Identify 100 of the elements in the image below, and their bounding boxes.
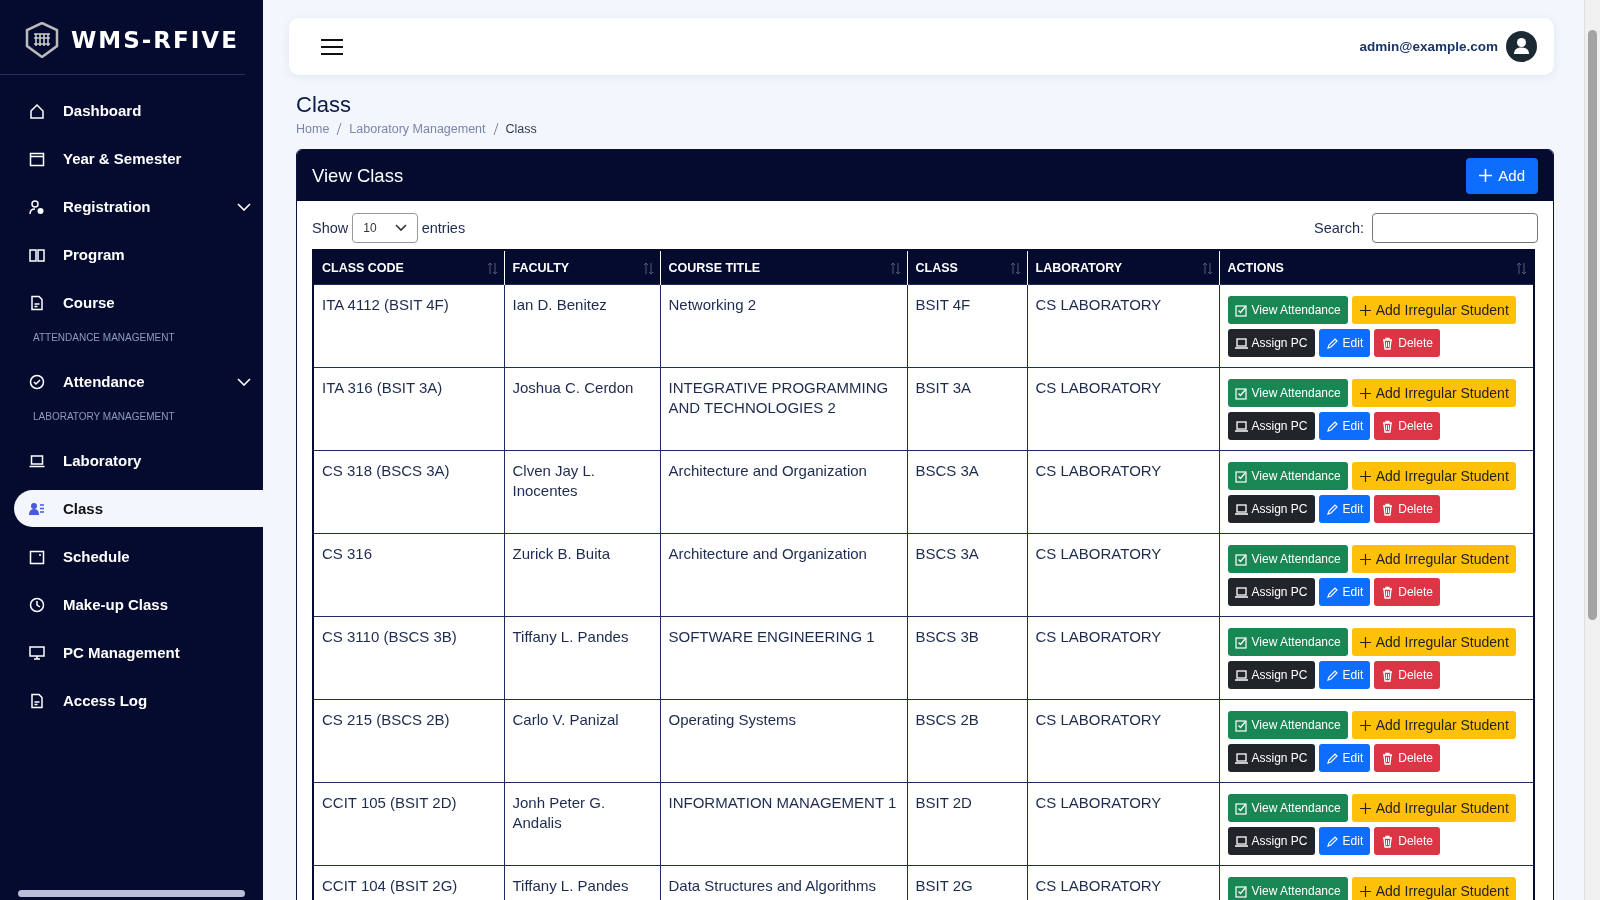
nav-item[interactable]: Dashboard — [14, 92, 263, 129]
table-cell: CS 3110 (BSCS 3B) — [313, 616, 504, 700]
show-label: Show — [312, 220, 349, 236]
nav-item[interactable]: Year & Semester — [14, 140, 263, 177]
column-header[interactable]: CLASS — [907, 250, 1027, 285]
edit-button[interactable]: Edit — [1318, 827, 1371, 855]
laptop-icon — [29, 452, 45, 469]
assign-pc-button[interactable]: Assign PC — [1227, 495, 1315, 523]
view-attendance-button[interactable]: View Attendance — [1227, 794, 1348, 822]
table-cell: Jonh Peter G. Andalis — [504, 782, 660, 866]
assign-pc-button[interactable]: Assign PC — [1227, 744, 1315, 772]
column-header[interactable]: CLASS CODE — [313, 250, 504, 285]
table-cell: Carlo V. Panizal — [504, 699, 660, 783]
assign-pc-button[interactable]: Assign PC — [1227, 412, 1315, 440]
section-heading: ATTENDANCE MANAGEMENT — [32, 332, 176, 345]
nav-item[interactable]: Course — [14, 284, 263, 321]
laptop-icon — [1234, 336, 1248, 350]
nav-item[interactable]: Make-up Class — [14, 586, 263, 623]
delete-button[interactable]: Delete — [1374, 495, 1440, 523]
add-irregular-student-button[interactable]: Add Irregular Student — [1351, 628, 1516, 656]
table-cell: ITA 316 (BSIT 3A) — [313, 367, 504, 451]
pencil-icon — [1325, 336, 1339, 350]
menu-icon[interactable] — [321, 37, 343, 56]
table-cell: SOFTWARE ENGINEERING 1 — [660, 616, 907, 700]
table-cell: Joshua C. Cerdon — [504, 367, 660, 451]
user-avatar-icon[interactable] — [1506, 31, 1537, 62]
assign-pc-button[interactable]: Assign PC — [1227, 329, 1315, 357]
entries-select[interactable]: 10 — [352, 213, 418, 243]
nav-item[interactable]: Registration — [14, 188, 263, 225]
column-header[interactable]: COURSE TITLE — [660, 250, 907, 285]
add-irregular-student-button[interactable]: Add Irregular Student — [1351, 545, 1516, 573]
edit-button[interactable]: Edit — [1318, 661, 1371, 689]
add-irregular-student-button[interactable]: Add Irregular Student — [1351, 794, 1516, 822]
plus-icon — [1358, 386, 1372, 400]
user-email[interactable]: admin@example.com — [1359, 39, 1498, 54]
assign-pc-button[interactable]: Assign PC — [1227, 578, 1315, 606]
edit-button[interactable]: Edit — [1318, 329, 1371, 357]
delete-button[interactable]: Delete — [1374, 329, 1440, 357]
nav-item[interactable]: Class — [14, 490, 263, 527]
nav-item[interactable]: Access Log — [14, 682, 263, 719]
checkbox-icon — [1234, 303, 1248, 317]
user-gear-icon — [29, 198, 45, 215]
trash-icon — [1381, 834, 1395, 848]
clock-icon — [29, 596, 45, 613]
view-attendance-button[interactable]: View Attendance — [1227, 877, 1348, 900]
laptop-icon — [1234, 419, 1248, 433]
add-irregular-student-button[interactable]: Add Irregular Student — [1351, 296, 1516, 324]
column-header[interactable]: ACTIONS — [1219, 250, 1534, 285]
checkbox-icon — [1234, 801, 1248, 815]
nav-item[interactable]: Program — [14, 236, 263, 273]
nav-item[interactable]: Laboratory — [14, 442, 263, 479]
add-irregular-student-button[interactable]: Add Irregular Student — [1351, 711, 1516, 739]
view-attendance-button[interactable]: View Attendance — [1227, 462, 1348, 490]
nav-item[interactable]: PC Management — [14, 634, 263, 671]
view-attendance-button[interactable]: View Attendance — [1227, 628, 1348, 656]
sort-icon — [1009, 262, 1021, 275]
edit-button[interactable]: Edit — [1318, 495, 1371, 523]
breadcrumb-separator-icon — [336, 122, 343, 136]
trash-icon — [1381, 585, 1395, 599]
calendar-icon — [29, 548, 45, 565]
view-attendance-button[interactable]: View Attendance — [1227, 296, 1348, 324]
brand-name: WMS-RFIVE — [71, 27, 239, 53]
delete-button[interactable]: Delete — [1374, 578, 1440, 606]
table-cell: CS LABORATORY — [1027, 367, 1219, 451]
view-attendance-button[interactable]: View Attendance — [1227, 711, 1348, 739]
edit-button[interactable]: Edit — [1318, 412, 1371, 440]
plus-icon — [1358, 303, 1372, 317]
plus-icon — [1479, 169, 1493, 182]
card-title: View Class — [312, 164, 404, 187]
view-attendance-button[interactable]: View Attendance — [1227, 379, 1348, 407]
laptop-icon — [1234, 668, 1248, 682]
sort-icon — [1516, 262, 1527, 275]
assign-pc-button[interactable]: Assign PC — [1227, 827, 1315, 855]
add-irregular-student-button[interactable]: Add Irregular Student — [1351, 379, 1516, 407]
checkbox-icon — [1234, 552, 1248, 566]
view-attendance-button[interactable]: View Attendance — [1227, 545, 1348, 573]
add-irregular-student-button[interactable]: Add Irregular Student — [1351, 462, 1516, 490]
breadcrumb-current: Class — [505, 122, 537, 136]
table-cell: BSIT 4F — [907, 284, 1027, 368]
add-button[interactable]: Add — [1466, 157, 1538, 194]
search-field[interactable] — [1372, 213, 1538, 243]
column-header[interactable]: FACULTY — [504, 250, 660, 285]
delete-button[interactable]: Delete — [1374, 412, 1440, 440]
delete-button[interactable]: Delete — [1374, 827, 1440, 855]
nav-item[interactable]: Schedule — [14, 538, 263, 575]
edit-button[interactable]: Edit — [1318, 578, 1371, 606]
plus-icon — [1358, 718, 1372, 732]
assign-pc-button[interactable]: Assign PC — [1227, 661, 1315, 689]
trash-icon — [1381, 668, 1395, 682]
table-cell: CS 316 — [313, 533, 504, 617]
delete-button[interactable]: Delete — [1374, 744, 1440, 772]
edit-button[interactable]: Edit — [1318, 744, 1371, 772]
delete-button[interactable]: Delete — [1374, 661, 1440, 689]
table-cell: ITA 4112 (BSIT 4F) — [313, 284, 504, 368]
add-irregular-student-button[interactable]: Add Irregular Student — [1351, 877, 1516, 900]
table-cell: CS LABORATORY — [1027, 699, 1219, 783]
column-header[interactable]: LABORATORY — [1027, 250, 1219, 285]
sort-icon — [889, 262, 901, 275]
plus-icon — [1358, 635, 1372, 649]
nav-item[interactable]: Attendance — [14, 363, 263, 400]
